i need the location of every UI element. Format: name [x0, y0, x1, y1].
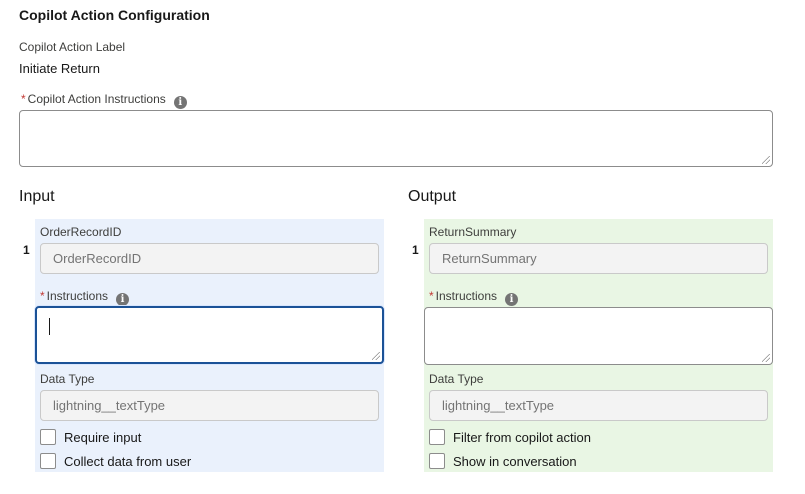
filter-checkbox[interactable]: [429, 429, 445, 445]
required-mark: *: [40, 289, 45, 303]
input-field-label: OrderRecordID: [40, 225, 122, 239]
info-icon[interactable]: i: [173, 96, 187, 109]
required-mark: *: [429, 289, 434, 303]
output-name-field[interactable]: ReturnSummary: [429, 243, 768, 274]
output-data-type-label: Data Type: [429, 372, 484, 386]
show-in-conversation-checkbox[interactable]: [429, 453, 445, 469]
input-panel: OrderRecordID OrderRecordID * Instruction…: [35, 219, 384, 472]
output-instructions-textarea[interactable]: [424, 307, 773, 365]
input-instructions-label: * Instructions i: [40, 289, 130, 306]
page-title: Copilot Action Configuration: [19, 7, 210, 23]
output-data-type-field[interactable]: lightning__textType: [429, 390, 768, 421]
info-icon[interactable]: i: [505, 293, 519, 306]
resize-grip-icon[interactable]: [372, 352, 380, 360]
output-panel: ReturnSummary ReturnSummary * Instruction…: [424, 219, 773, 472]
require-input-label: Require input: [64, 429, 142, 445]
show-in-conversation-label: Show in conversation: [453, 453, 577, 469]
required-mark: *: [21, 92, 26, 106]
collect-data-label: Collect data from user: [64, 453, 192, 469]
input-section-title: Input: [19, 188, 55, 205]
action-instructions-label: * Copilot Action Instructions i: [21, 92, 187, 109]
output-field-label: ReturnSummary: [429, 225, 517, 239]
input-data-type-label: Data Type: [40, 372, 95, 386]
resize-grip-icon[interactable]: [762, 354, 770, 362]
input-data-type-field[interactable]: lightning__textType: [40, 390, 379, 421]
input-name-field[interactable]: OrderRecordID: [40, 243, 379, 274]
output-row-number: 1: [412, 243, 419, 257]
collect-data-option[interactable]: Collect data from user: [40, 452, 191, 470]
input-row-number: 1: [23, 243, 30, 257]
resize-grip-icon[interactable]: [762, 156, 770, 164]
filter-label: Filter from copilot action: [453, 429, 591, 445]
output-section-title: Output: [408, 188, 457, 205]
require-input-checkbox[interactable]: [40, 429, 56, 445]
input-instructions-textarea[interactable]: [35, 306, 384, 364]
show-in-conversation-option[interactable]: Show in conversation: [429, 452, 577, 470]
info-icon[interactable]: i: [116, 293, 130, 306]
action-instructions-label-text: Copilot Action Instructions: [27, 92, 166, 106]
filter-option[interactable]: Filter from copilot action: [429, 428, 591, 446]
input-instructions-label-text: Instructions: [46, 289, 109, 303]
action-instructions-textarea[interactable]: [19, 110, 773, 167]
output-instructions-label: * Instructions i: [429, 289, 519, 306]
action-label-value: Initiate Return: [19, 61, 100, 76]
output-instructions-label-text: Instructions: [435, 289, 498, 303]
text-cursor: [49, 318, 50, 335]
action-label-caption: Copilot Action Label: [19, 40, 126, 54]
collect-data-checkbox[interactable]: [40, 453, 56, 469]
require-input-option[interactable]: Require input: [40, 428, 141, 446]
